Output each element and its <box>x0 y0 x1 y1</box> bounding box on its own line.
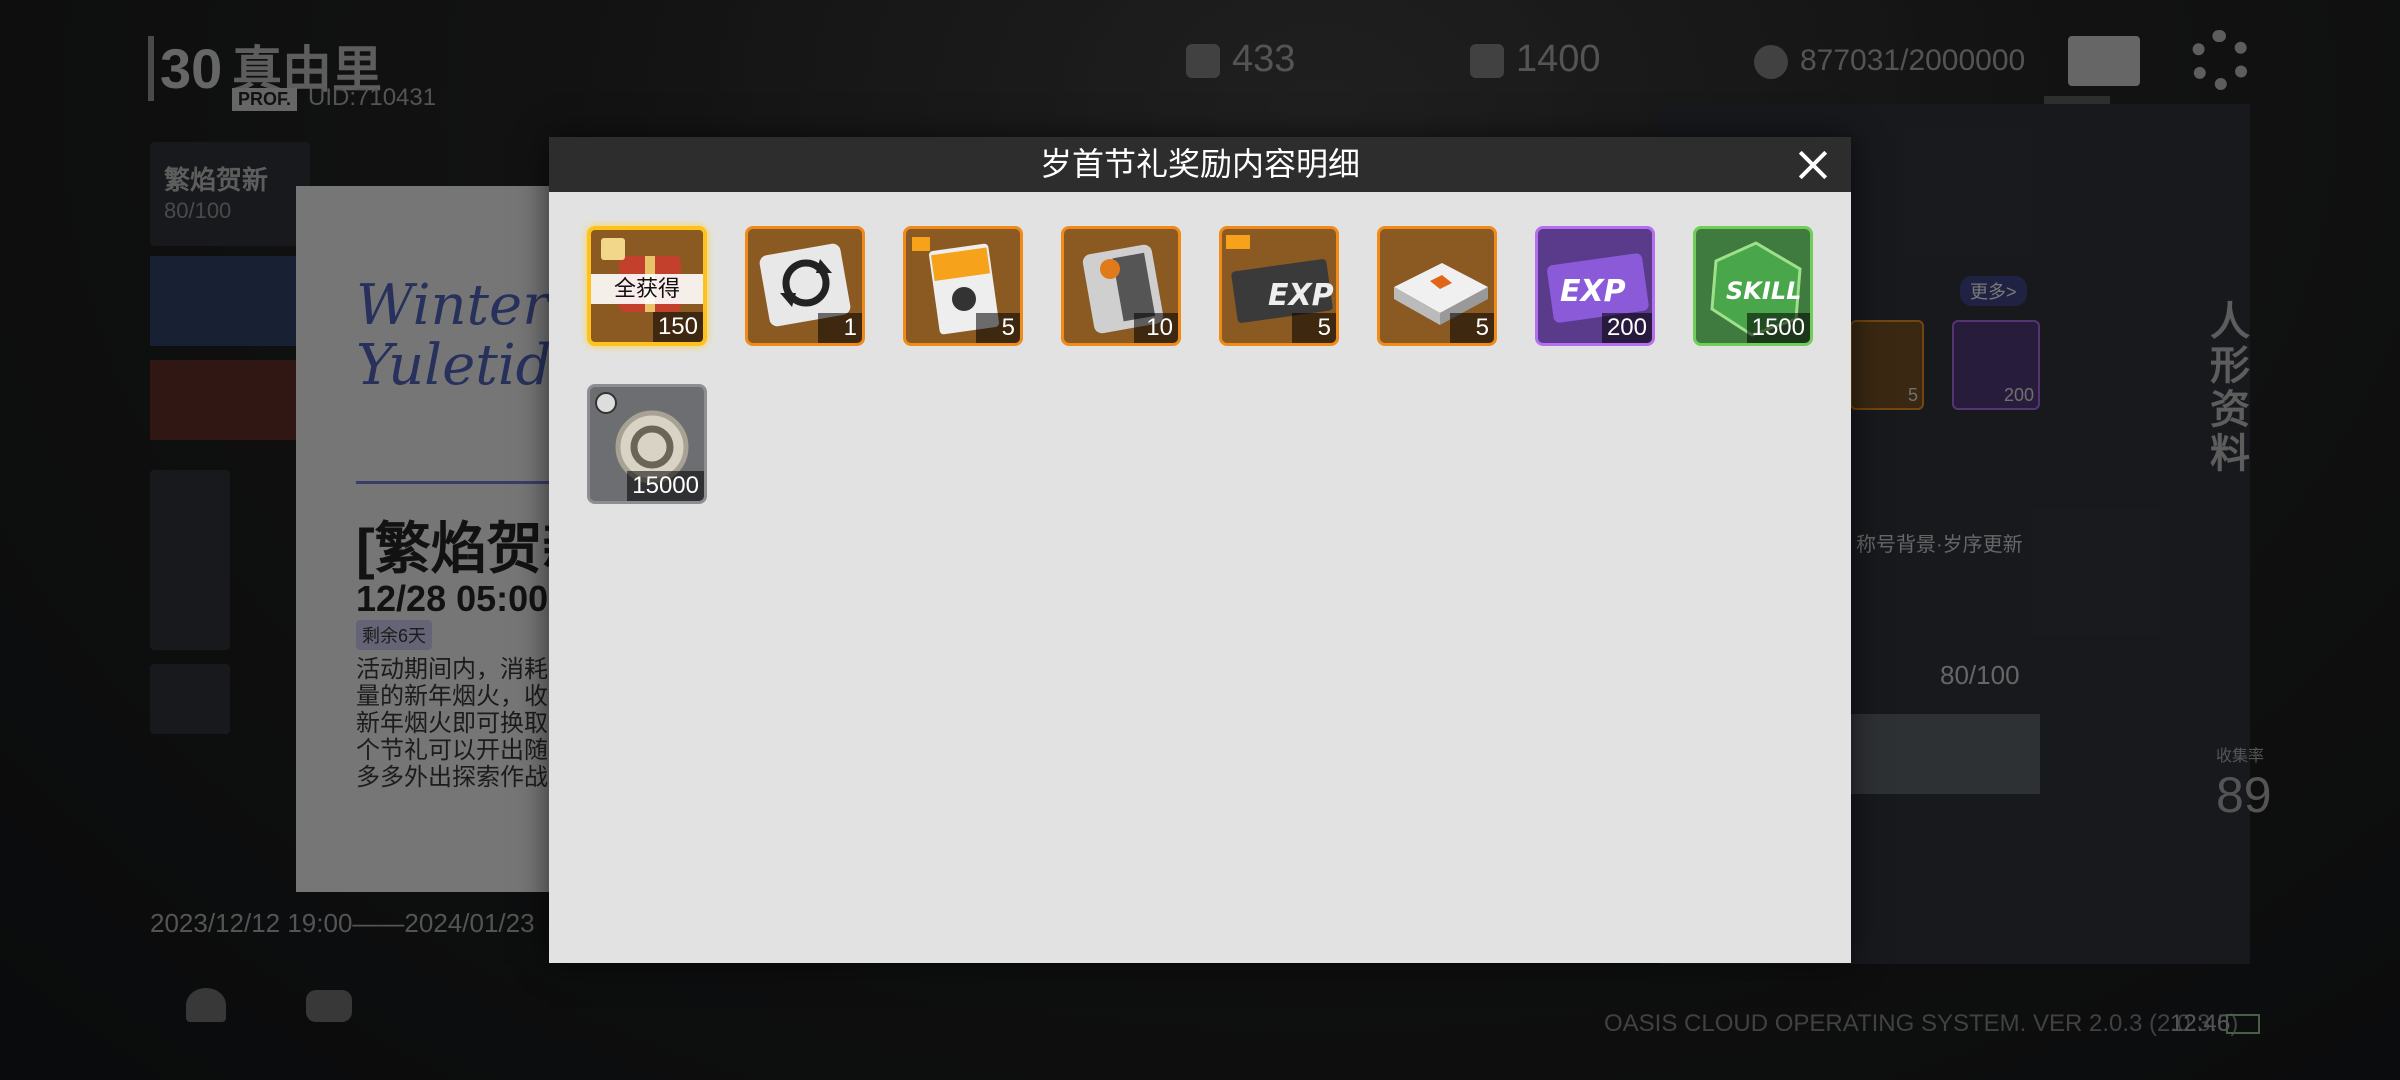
reward-item-coin[interactable]: 15000 <box>587 384 707 504</box>
item-quantity: 5 <box>1292 313 1336 343</box>
item-quantity: 1 <box>818 313 862 343</box>
svg-text:EXP: EXP <box>1268 278 1334 313</box>
claim-all-label: 全获得 <box>591 274 703 304</box>
reward-item-data-drive[interactable]: 10 <box>1061 226 1181 346</box>
svg-text:EXP: EXP <box>1560 274 1626 309</box>
item-quantity: 150 <box>652 312 703 342</box>
item-quantity: 15000 <box>627 471 704 501</box>
close-icon[interactable] <box>1793 145 1833 185</box>
item-quantity: 1500 <box>1746 313 1810 343</box>
reward-item-supply-crate[interactable]: 5 <box>1377 226 1497 346</box>
svg-text:SKILL: SKILL <box>1726 277 1801 305</box>
reward-item-skill-chip[interactable]: SKILL 1500 <box>1693 226 1813 346</box>
modal-title: 岁首节礼奖励内容明细 <box>1039 146 1360 182</box>
modal-header: 岁首节礼奖励内容明细 <box>549 137 1851 192</box>
reward-item-gift-box[interactable]: 全获得 150 <box>587 226 707 346</box>
item-quantity: 5 <box>976 313 1020 343</box>
reward-item-skill-manual[interactable]: 5 <box>903 226 1023 346</box>
reward-item-exp-card-purple[interactable]: EXP 200 <box>1535 226 1655 346</box>
item-quantity: 10 <box>1134 313 1178 343</box>
reward-detail-modal: 岁首节礼奖励内容明细 全获得 150 1 5 10 EXP 5 5 EXP 20… <box>549 137 1851 963</box>
reward-item-exp-card-orange[interactable]: EXP 5 <box>1219 226 1339 346</box>
item-quantity: 200 <box>1601 313 1652 343</box>
item-quantity: 5 <box>1450 313 1494 343</box>
reward-item-reset-chip[interactable]: 1 <box>745 226 865 346</box>
